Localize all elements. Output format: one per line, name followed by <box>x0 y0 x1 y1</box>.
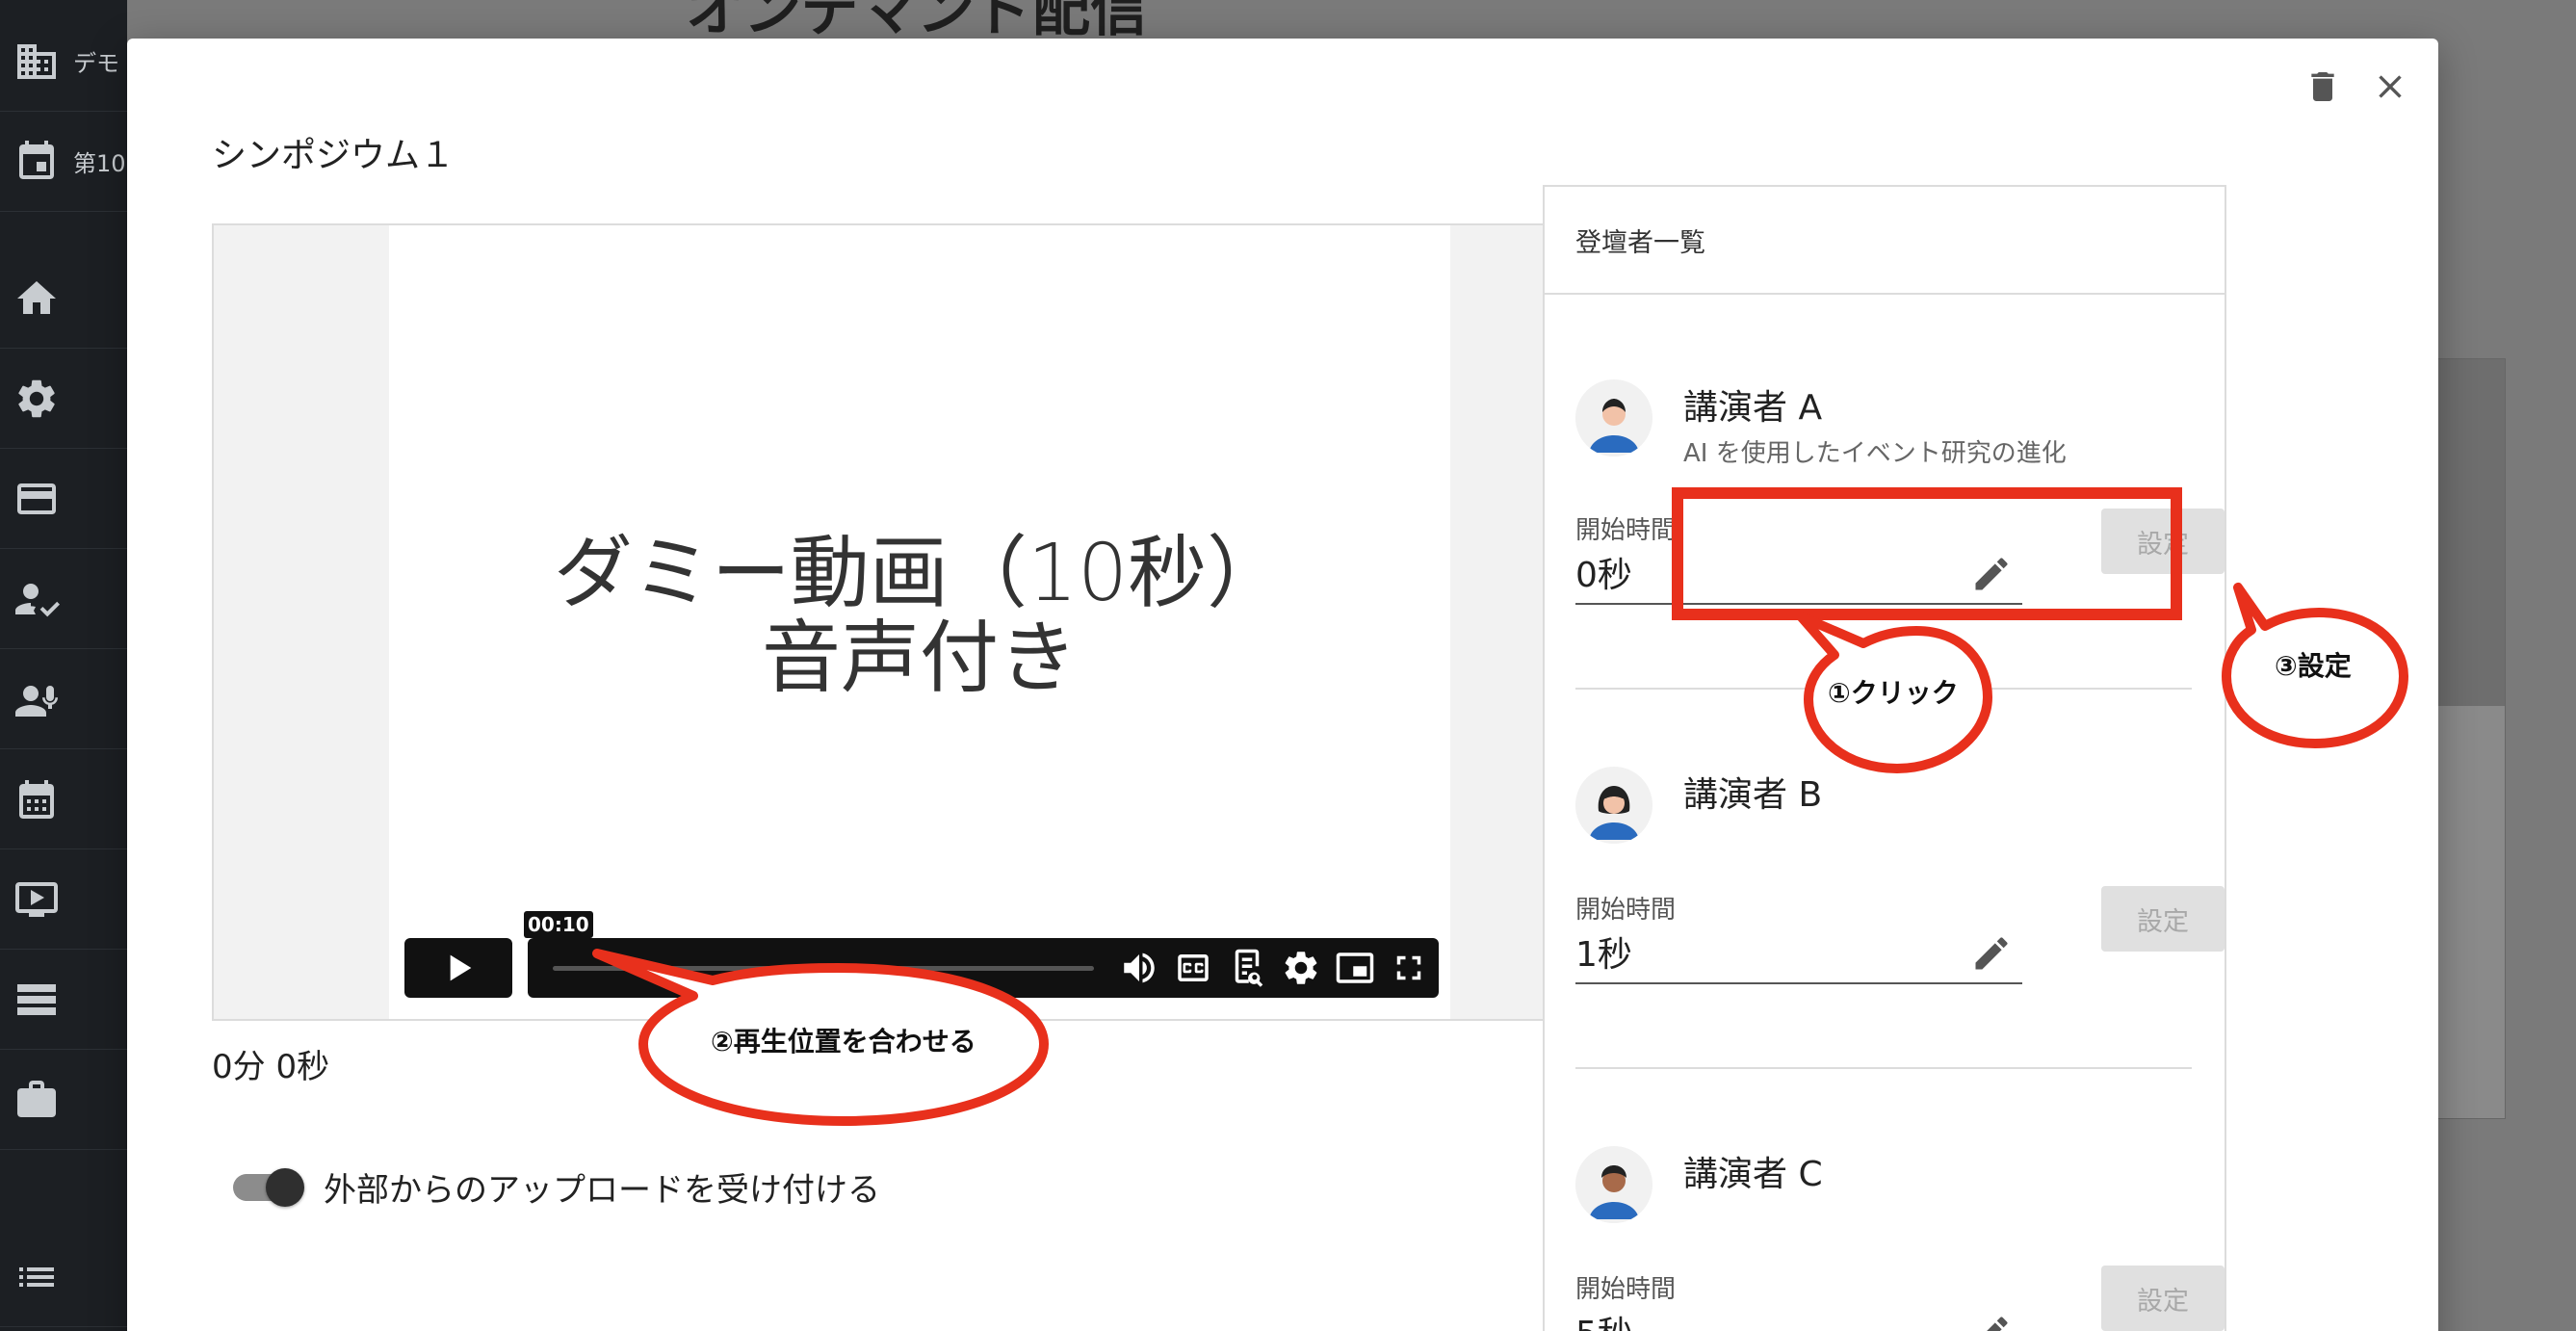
video-frame: ダミー動画（10秒） 音声付き <box>389 225 1450 1019</box>
sidebar-item-exhibitors[interactable] <box>0 1050 127 1150</box>
speakers-panel: 登壇者一覧 講演者 A AI を使用したイベント研究の進化 開始時間 0秒 設定 <box>1543 185 2226 1331</box>
callout-set-label: ③設定 <box>2275 650 2352 682</box>
home-icon <box>17 280 56 314</box>
avatar <box>1575 767 1652 844</box>
avatar <box>1575 1146 1652 1223</box>
field-label: 開始時間 <box>1575 1275 1677 1304</box>
sidebar-item-ondemand[interactable] <box>0 849 127 950</box>
settings-icon[interactable] <box>1281 948 1321 988</box>
sidebar-item-layout[interactable] <box>0 449 127 549</box>
speaker-name: 講演者 B <box>1683 775 1823 815</box>
start-time-field[interactable]: 開始時間 5秒 <box>1575 1264 2022 1331</box>
start-time-field[interactable]: 開始時間 0秒 <box>1575 505 2022 605</box>
pencil-icon <box>1987 1317 2008 1331</box>
calendar-grid-icon <box>19 779 54 819</box>
list-icon <box>19 1266 54 1287</box>
start-time-value: 5秒 <box>1575 1306 1632 1331</box>
sidebar-item-label: 第10 <box>73 150 126 177</box>
gear-icon <box>18 379 55 417</box>
sidebar-item-participants[interactable] <box>0 549 127 649</box>
calendar-icon <box>19 140 54 179</box>
speaker-card-c: 講演者 C 開始時間 5秒 設定 <box>1575 1146 2225 1331</box>
start-time-value: 0秒 <box>1575 556 1632 595</box>
volume-icon[interactable] <box>1119 948 1159 988</box>
sidebar-item-list[interactable] <box>0 1227 127 1327</box>
delete-button[interactable] <box>2298 62 2348 112</box>
edit-button[interactable] <box>1970 553 2013 595</box>
person-avatar-icon <box>1575 379 1652 457</box>
trash-icon <box>2311 72 2334 101</box>
fullscreen-icon[interactable] <box>1389 948 1429 988</box>
seek-bar[interactable] <box>553 966 1094 971</box>
speaker-name: 講演者 A <box>1683 388 1823 428</box>
sidebar-item-storage[interactable] <box>0 950 127 1050</box>
sidebar-item-speakers[interactable] <box>0 649 127 749</box>
layout-icon <box>17 483 56 514</box>
upload-toggle-row: 外部からのアップロードを受け付ける <box>233 1163 880 1211</box>
field-label: 開始時間 <box>1575 896 1677 925</box>
start-time-value: 1秒 <box>1575 935 1632 975</box>
field-label: 開始時間 <box>1575 516 1677 545</box>
briefcase-icon <box>17 1080 56 1117</box>
sidebar-item-event[interactable]: 第10 <box>0 112 127 212</box>
sidebar: デモ 第10 <box>0 0 127 1331</box>
video-icon <box>15 881 58 917</box>
callout-click-label: ①クリック <box>1828 677 1959 709</box>
set-button[interactable]: 設定 <box>2101 509 2225 574</box>
building-icon <box>17 43 56 79</box>
person-avatar-icon <box>1575 767 1652 844</box>
pencil-icon <box>1975 937 2008 970</box>
sidebar-item-label: デモ <box>73 50 119 77</box>
video-player[interactable]: ダミー動画（10秒） 音声付き 00:10 <box>212 223 1626 1021</box>
pencil-icon <box>1975 558 2008 590</box>
set-button[interactable]: 設定 <box>2101 886 2225 952</box>
avatar <box>1575 379 1652 457</box>
upload-toggle-label: 外部からのアップロードを受け付ける <box>324 1171 880 1210</box>
start-time-field[interactable]: 開始時間 1秒 <box>1575 884 2022 984</box>
close-icon <box>2379 75 2402 98</box>
slide-line-1: ダミー動画（10秒） <box>553 528 1287 619</box>
upload-toggle[interactable] <box>233 1166 304 1209</box>
storage-icon <box>17 983 56 1015</box>
sidebar-item-settings[interactable] <box>0 349 127 449</box>
duration-tooltip: 00:10 <box>524 911 593 938</box>
sidebar-item-schedule[interactable] <box>0 749 127 849</box>
speaker-name: 講演者 C <box>1683 1155 1823 1194</box>
transcript-search-icon[interactable] <box>1227 948 1267 988</box>
dialog-title: シンポジウム１ <box>212 136 455 175</box>
speaker-card-a: 講演者 A AI を使用したイベント研究の進化 開始時間 0秒 設定 <box>1575 379 2225 668</box>
pip-icon[interactable] <box>1335 948 1375 988</box>
sidebar-item-home[interactable] <box>0 248 127 349</box>
speaker-topic: AI を使用したイベント研究の進化 <box>1683 439 2067 468</box>
person-avatar-icon <box>1575 1146 1652 1223</box>
panel-header: 登壇者一覧 <box>1545 187 2225 295</box>
speaker-group-icon <box>15 685 58 717</box>
current-time: 0分 0秒 <box>212 1048 330 1086</box>
play-button[interactable] <box>404 938 512 998</box>
edit-button[interactable] <box>1970 1312 2013 1331</box>
person-check-icon <box>15 583 60 616</box>
close-button[interactable] <box>2365 62 2415 112</box>
player-controls <box>528 938 1439 998</box>
slide-line-2: 音声付き <box>761 613 1078 704</box>
sidebar-item-organization[interactable]: デモ <box>0 12 127 112</box>
set-button[interactable]: 設定 <box>2101 1266 2225 1331</box>
edit-button[interactable] <box>1970 932 2013 975</box>
play-icon <box>450 954 472 981</box>
callout-seek-label: ②再生位置を合わせる <box>711 1026 976 1057</box>
captions-icon[interactable] <box>1173 948 1213 988</box>
speaker-card-b: 講演者 B 開始時間 1秒 設定 <box>1575 767 2225 1056</box>
